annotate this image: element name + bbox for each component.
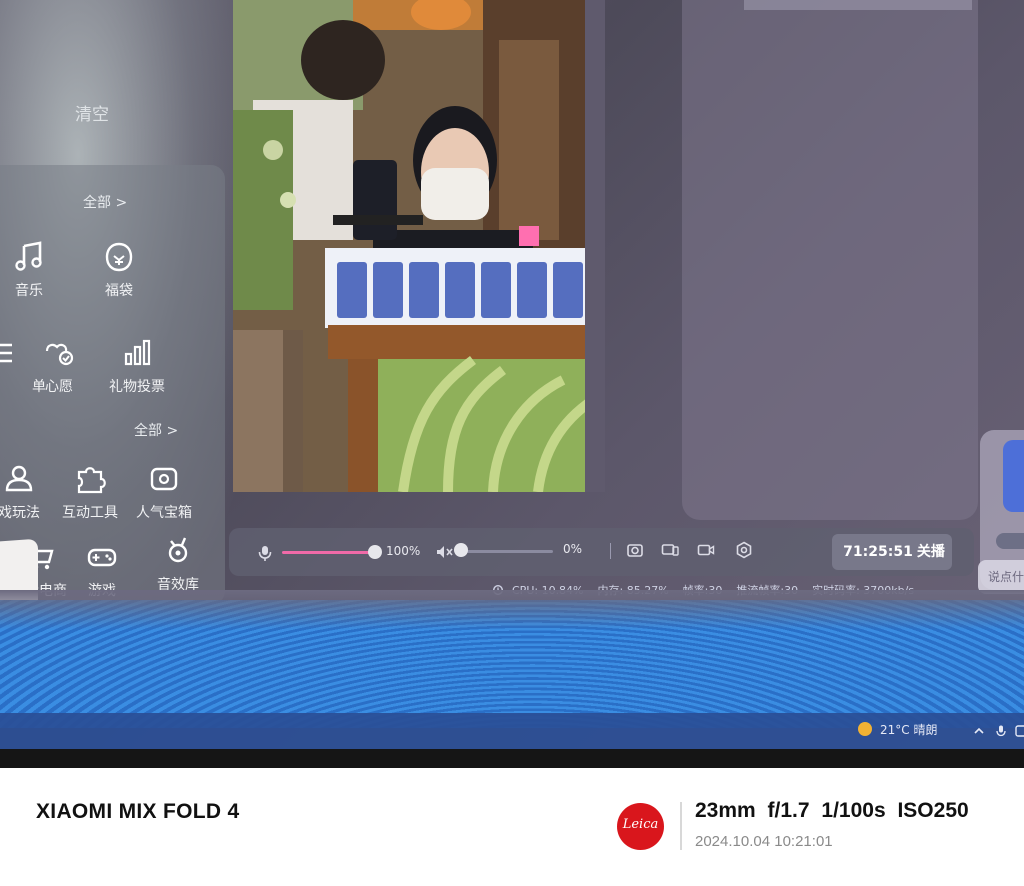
camera-watermark: XIAOMI MIX FOLD 4 Leica 23mm f/1.7 1/100… (0, 768, 1024, 886)
tool-wish[interactable]: 心愿 (14, 336, 104, 396)
taskbar: 21°C 晴朗 (0, 713, 1024, 749)
control-divider (610, 543, 611, 559)
live-preview (233, 0, 605, 492)
panel-header-strip (744, 0, 972, 10)
music-note-icon (15, 241, 42, 271)
wallpaper-shade (0, 590, 1024, 630)
settings-gear-icon[interactable] (735, 541, 753, 559)
sun-icon (858, 722, 872, 736)
user-tag (996, 533, 1024, 549)
tray-network-icon[interactable] (1014, 724, 1024, 738)
end-live-button[interactable]: 71:25:51 关播 (832, 534, 952, 570)
tool-label: 心愿 (45, 379, 73, 395)
microphone-icon[interactable] (256, 544, 274, 562)
live-timer: 71:25:51 (843, 544, 913, 560)
tool-treasure-box[interactable]: 人气宝箱 (119, 462, 209, 522)
comment-panel (682, 0, 978, 520)
tools-section2-more-link[interactable]: 全部 > (134, 420, 178, 440)
leica-logo-text: Leica (622, 817, 659, 832)
speaker-volume-knob[interactable] (454, 543, 468, 557)
chevron-up-icon[interactable] (972, 724, 986, 738)
game-play-icon (5, 465, 33, 492)
video-camera-icon[interactable] (697, 541, 715, 559)
leica-logo: Leica (617, 803, 664, 850)
tray-microphone-icon[interactable] (994, 724, 1008, 738)
tools-section1-more-link[interactable]: 全部 > (83, 192, 127, 212)
tool-label: 人气宝箱 (136, 505, 192, 521)
speaker-muted-icon[interactable] (435, 543, 453, 561)
gift-vote-icon (124, 339, 151, 366)
sound-effect-icon (168, 537, 188, 563)
monitor-bezel (0, 749, 1024, 768)
footer-divider (680, 802, 682, 850)
panel-action-button[interactable] (1003, 440, 1024, 512)
speaker-volume-value: 0% (563, 542, 583, 556)
speaker-volume-track (461, 550, 553, 553)
end-live-label: 关播 (916, 544, 945, 560)
tool-label: 福袋 (105, 283, 133, 299)
gamepad-icon (87, 548, 117, 567)
camera-model: XIAOMI MIX FOLD 4 (36, 800, 240, 823)
comment-input[interactable]: 说点什么 (978, 560, 1024, 594)
live-control-bar: 100% 0% 71:25:51 关播 (229, 528, 974, 576)
tool-label: 礼物投票 (109, 379, 165, 395)
camera-specs: 23mm f/1.7 1/100s ISO250 (695, 799, 969, 822)
clear-button[interactable]: 清空 (62, 96, 122, 134)
weather-widget[interactable]: 21°C 晴朗 (858, 721, 937, 738)
wish-icon (45, 343, 74, 366)
mic-volume-fill (282, 551, 375, 554)
camera-switch-icon[interactable] (626, 541, 644, 559)
tool-sound-effects[interactable]: 音效库 (133, 534, 223, 594)
puzzle-icon (77, 467, 106, 494)
tool-lucky-bag[interactable]: 福袋 (74, 240, 164, 300)
live-preview-scene (233, 0, 605, 492)
capture-datetime: 2024.10.04 10:21:01 (695, 833, 833, 850)
mic-volume-value: 100% (386, 544, 421, 558)
tool-gift-vote[interactable]: 礼物投票 (92, 336, 182, 396)
lucky-bag-icon (105, 242, 133, 272)
weather-text: 21°C 晴朗 (880, 723, 938, 737)
photographed-monitor: 清空 全部 > 音乐 福袋 单 心愿 礼物投票 全部 > 戏玩法 互动工具 人气… (0, 0, 1024, 768)
screen-mirror-icon[interactable] (661, 541, 679, 559)
treasure-box-icon (150, 467, 178, 491)
tool-label: 音乐 (15, 283, 43, 299)
mic-volume-knob[interactable] (368, 545, 382, 559)
tool-music[interactable]: 音乐 (0, 240, 74, 300)
